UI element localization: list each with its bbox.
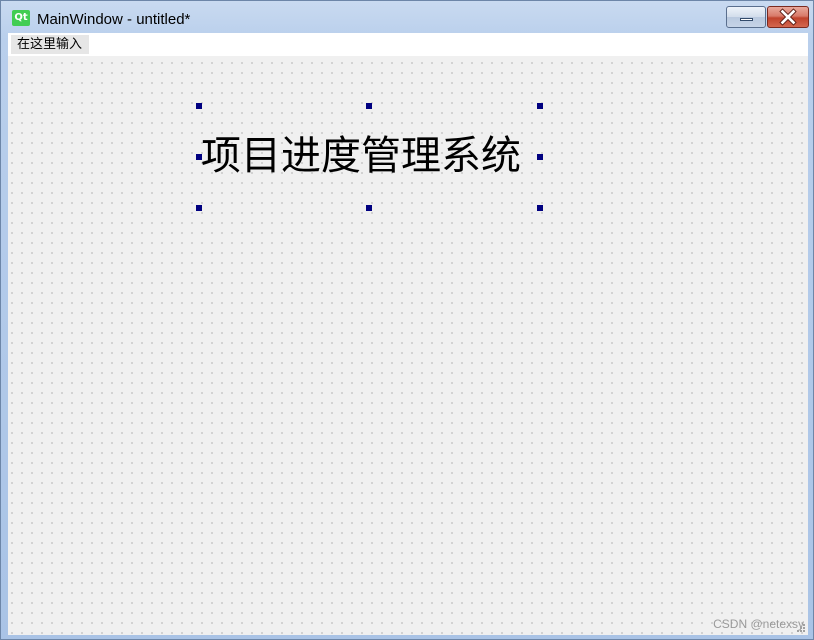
watermark: CSDN @netexsy — [713, 617, 804, 631]
title-bar[interactable]: Qt MainWindow - untitled* — [1, 1, 813, 32]
minimize-icon — [740, 18, 753, 21]
qt-logo-icon: Qt — [12, 10, 30, 26]
close-icon — [779, 8, 797, 26]
resize-handle-middle-right[interactable] — [537, 154, 543, 160]
resize-handle-bottom-center[interactable] — [366, 205, 372, 211]
resize-handle-middle-left[interactable] — [196, 154, 202, 160]
size-grip-icon[interactable] — [796, 623, 806, 633]
menu-type-here-entry[interactable]: 在这里输入 — [11, 35, 90, 54]
menu-bar: 在这里输入 — [8, 33, 808, 56]
close-button[interactable] — [767, 6, 809, 28]
window-title: MainWindow - untitled* — [37, 11, 191, 28]
resize-handle-top-center[interactable] — [366, 103, 372, 109]
main-window: Qt MainWindow - untitled* 在这里输入 项目进度管理系统 — [0, 0, 814, 640]
form-canvas[interactable]: 项目进度管理系统 CSDN @netexsy — [8, 56, 808, 635]
resize-handle-top-left[interactable] — [196, 103, 202, 109]
selected-label-widget[interactable]: 项目进度管理系统 — [196, 103, 543, 211]
client-area: 在这里输入 项目进度管理系统 CSDN @netexsy — [8, 33, 808, 635]
resize-handle-bottom-right[interactable] — [537, 205, 543, 211]
minimize-button[interactable] — [726, 6, 766, 28]
resize-handle-top-right[interactable] — [537, 103, 543, 109]
resize-handle-bottom-left[interactable] — [196, 205, 202, 211]
label-text: 项目进度管理系统 — [201, 133, 521, 179]
